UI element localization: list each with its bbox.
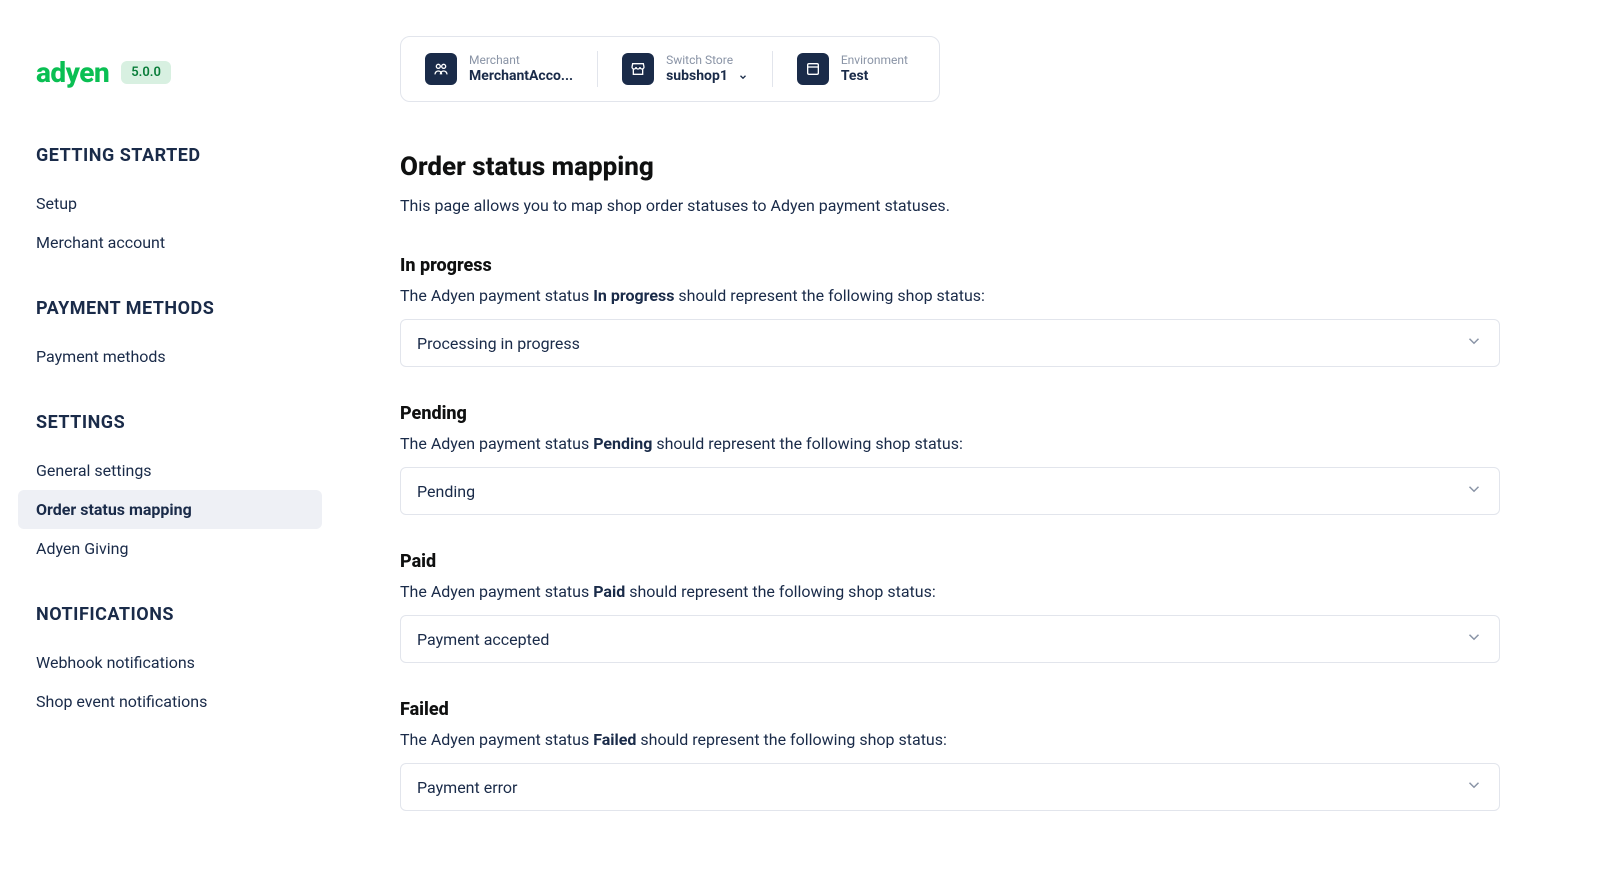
status-block: Pending The Adyen payment status Pending … [400,403,1500,515]
store-value: subshop1 [666,68,728,86]
nav-section: SETTINGSGeneral settingsOrder status map… [36,412,304,568]
environment-block[interactable]: Environment Test [797,53,908,86]
chevron-down-icon [1465,332,1483,354]
status-select[interactable]: Payment accepted [400,615,1500,663]
environment-value: Test [841,68,908,86]
merchant-icon [425,53,457,85]
nav-heading: SETTINGS [36,412,304,433]
status-select-value: Pending [417,482,475,501]
nav-item[interactable]: Setup [18,184,322,223]
nav-item[interactable]: Shop event notifications [18,682,322,721]
status-title: Paid [400,551,1500,572]
nav-item[interactable]: Webhook notifications [18,643,322,682]
status-block: Failed The Adyen payment status Failed sh… [400,699,1500,811]
status-block: Paid The Adyen payment status Paid should… [400,551,1500,663]
environment-icon [797,53,829,85]
merchant-label: Merchant [469,53,573,68]
merchant-block[interactable]: Merchant MerchantAcco... [425,53,573,86]
chevron-down-icon [1465,776,1483,798]
page-title: Order status mapping [400,152,1500,182]
status-select-value: Payment accepted [417,630,549,649]
chevron-down-icon [1465,480,1483,502]
nav-section: NOTIFICATIONSWebhook notificationsShop e… [36,604,304,721]
merchant-value: MerchantAcco... [469,68,573,86]
store-label: Switch Store [666,53,748,68]
store-icon [622,53,654,85]
status-select-value: Processing in progress [417,334,580,353]
status-title: Failed [400,699,1500,720]
nav-item[interactable]: Adyen Giving [18,529,322,568]
environment-label: Environment [841,53,908,68]
nav-heading: NOTIFICATIONS [36,604,304,625]
nav-section: PAYMENT METHODSPayment methods [36,298,304,376]
nav-item[interactable]: Order status mapping [18,490,322,529]
status-select[interactable]: Processing in progress [400,319,1500,367]
chevron-down-icon [1465,628,1483,650]
page-description: This page allows you to map shop order s… [400,196,1500,215]
nav-section: GETTING STARTEDSetupMerchant account [36,145,304,262]
status-select-value: Payment error [417,778,517,797]
status-description: The Adyen payment status Failed should r… [400,730,1500,749]
nav-item[interactable]: General settings [18,451,322,490]
nav-heading: GETTING STARTED [36,145,304,166]
sidebar: adyen 5.0.0 GETTING STARTEDSetupMerchant… [0,0,340,887]
logo: adyen [36,56,109,89]
status-description: The Adyen payment status Pending should … [400,434,1500,453]
status-mapping-list: In progress The Adyen payment status In p… [400,255,1500,811]
sidebar-nav: GETTING STARTEDSetupMerchant account PAYM… [36,145,304,721]
status-title: In progress [400,255,1500,276]
divider [772,51,773,87]
store-block[interactable]: Switch Store subshop1 [622,53,748,86]
status-title: Pending [400,403,1500,424]
status-select[interactable]: Pending [400,467,1500,515]
status-description: The Adyen payment status In progress sho… [400,286,1500,305]
status-block: In progress The Adyen payment status In p… [400,255,1500,367]
logo-row: adyen 5.0.0 [36,56,304,89]
status-select[interactable]: Payment error [400,763,1500,811]
context-header-card: Merchant MerchantAcco... Switch Store su… [400,36,940,102]
nav-heading: PAYMENT METHODS [36,298,304,319]
nav-item[interactable]: Payment methods [18,337,322,376]
version-badge: 5.0.0 [121,61,171,84]
nav-item[interactable]: Merchant account [18,223,322,262]
status-description: The Adyen payment status Paid should rep… [400,582,1500,601]
divider [597,51,598,87]
chevron-down-icon [738,72,748,82]
main-content: Merchant MerchantAcco... Switch Store su… [340,0,1560,887]
